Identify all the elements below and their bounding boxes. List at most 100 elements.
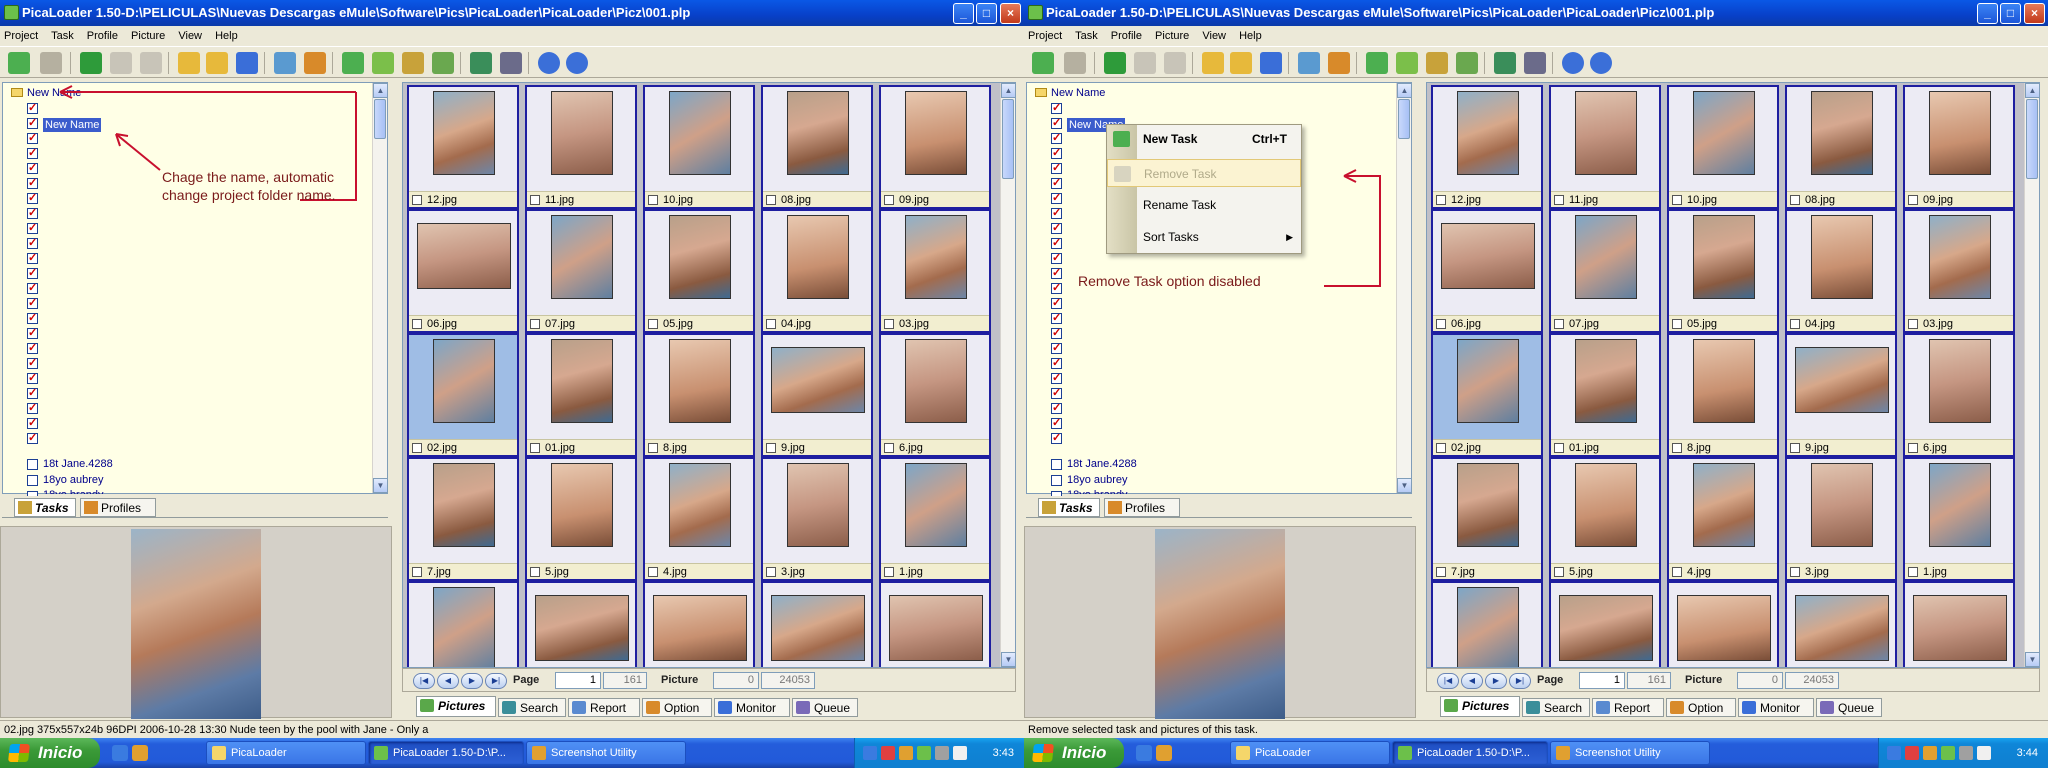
thumbnail-card[interactable]: 4.jpg — [1667, 457, 1779, 581]
thumbnail-checkbox[interactable] — [1436, 443, 1446, 453]
thumbnail-card[interactable]: 05.jpg — [643, 209, 755, 333]
tree-item[interactable]: 18yo brandy — [43, 488, 104, 494]
task-checkbox[interactable] — [27, 326, 38, 339]
thumbnail-card[interactable]: 6.jpg — [1903, 333, 2015, 457]
thumbnail-checkbox[interactable] — [1554, 195, 1564, 205]
task-checkbox[interactable] — [1051, 401, 1062, 414]
thumbnail-card[interactable] — [407, 581, 519, 667]
prev-page-icon[interactable]: ◀ — [437, 673, 459, 689]
tree-scrollbar[interactable]: ▲ ▼ — [372, 83, 388, 493]
tree-item[interactable]: 18yo aubrey — [1067, 473, 1128, 487]
scroll-down-icon[interactable]: ▼ — [1397, 478, 1412, 493]
thumbnail-checkbox[interactable] — [1554, 443, 1564, 453]
tray-mouse-icon[interactable] — [1977, 746, 1991, 760]
task-checkbox[interactable] — [1051, 341, 1062, 354]
stop-icon[interactable] — [140, 52, 162, 74]
thumbnail-grid[interactable]: 12.jpg 11.jpg 10.jpg 08.jpg 09.jpg 06.jpg 07.j… — [402, 82, 1016, 668]
thumbnail-card[interactable]: 01.jpg — [525, 333, 637, 457]
task-checkbox[interactable] — [1051, 296, 1062, 309]
new-task-icon[interactable] — [8, 52, 30, 74]
quicklaunch-ie-icon[interactable] — [1136, 745, 1152, 761]
thumbnail-card[interactable]: 04.jpg — [1785, 209, 1897, 333]
tree-root[interactable]: New Name — [7, 86, 307, 100]
first-page-icon[interactable]: |◀ — [413, 673, 435, 689]
task-checkbox[interactable] — [27, 161, 38, 174]
tray-app-icon[interactable] — [917, 746, 931, 760]
tab-profiles[interactable]: Profiles — [80, 498, 156, 517]
thumbnail-card[interactable]: 10.jpg — [1667, 85, 1779, 209]
thumbnail-checkbox[interactable] — [1554, 319, 1564, 329]
thumbnail-checkbox[interactable] — [766, 195, 776, 205]
thumbnail-card[interactable]: 05.jpg — [1667, 209, 1779, 333]
grid-scrollbar[interactable]: ▲ ▼ — [2024, 83, 2039, 667]
delete-icon[interactable] — [342, 52, 364, 74]
tab-report[interactable]: Report — [568, 698, 640, 717]
thumbnail-checkbox[interactable] — [530, 195, 540, 205]
tab-queue[interactable]: Queue — [792, 698, 858, 717]
task-checkbox[interactable] — [1051, 236, 1062, 249]
maximize-button[interactable]: □ — [976, 3, 997, 24]
tray-antivirus-icon[interactable] — [1905, 746, 1919, 760]
tray-emule-icon[interactable] — [1923, 746, 1937, 760]
task-checkbox[interactable] — [27, 386, 38, 399]
thumbnail-card[interactable] — [879, 581, 991, 667]
thumbnail-checkbox[interactable] — [530, 567, 540, 577]
folder-star-icon[interactable] — [178, 52, 200, 74]
thumbnail-checkbox[interactable] — [1672, 195, 1682, 205]
quicklaunch-media-icon[interactable] — [1156, 745, 1172, 761]
pause-icon[interactable] — [110, 52, 132, 74]
taskbar-screenshot-utility[interactable]: Screenshot Utility — [526, 741, 686, 765]
thumbnail-checkbox[interactable] — [1436, 567, 1446, 577]
thumbnail-card[interactable] — [1903, 581, 2015, 667]
tree-scrollbar[interactable]: ▲ ▼ — [1396, 83, 1412, 493]
task-checkbox[interactable] — [27, 371, 38, 384]
thumbnail-checkbox[interactable] — [766, 319, 776, 329]
tab-search[interactable]: Search — [498, 698, 566, 717]
export-icon[interactable] — [1456, 52, 1478, 74]
thumbnail-card[interactable]: 7.jpg — [407, 457, 519, 581]
thumbnail-card[interactable]: 6.jpg — [879, 333, 991, 457]
tray-app-icon[interactable] — [1941, 746, 1955, 760]
task-checkbox[interactable] — [1051, 326, 1062, 339]
scroll-thumb[interactable] — [374, 99, 386, 139]
task-checkbox[interactable] — [27, 266, 38, 279]
quicklaunch-ie-icon[interactable] — [112, 745, 128, 761]
menu-project[interactable]: Project — [1028, 30, 1062, 42]
tab-profiles[interactable]: Profiles — [1104, 498, 1180, 517]
task-checkbox[interactable] — [1051, 311, 1062, 324]
task-checkbox[interactable] — [27, 356, 38, 369]
grid-scrollbar[interactable]: ▲ ▼ — [1000, 83, 1015, 667]
list-view-icon[interactable] — [1524, 52, 1546, 74]
task-checkbox[interactable] — [27, 251, 38, 264]
thumbnail-card[interactable] — [1667, 581, 1779, 667]
thumbnail-card[interactable]: 07.jpg — [525, 209, 637, 333]
thumbnail-checkbox[interactable] — [1908, 319, 1918, 329]
picture-input[interactable]: 0 — [1737, 672, 1783, 689]
thumbnail-checkbox[interactable] — [1672, 443, 1682, 453]
thumbnail-card[interactable]: 1.jpg — [1903, 457, 2015, 581]
thumbnail-card[interactable]: 1.jpg — [879, 457, 991, 581]
tab-report[interactable]: Report — [1592, 698, 1664, 717]
info-icon[interactable] — [538, 52, 560, 74]
tray-volume-icon[interactable] — [1959, 746, 1973, 760]
tree-item[interactable]: 18t Jane.4288 — [1067, 457, 1137, 471]
menu-picture[interactable]: Picture — [131, 30, 165, 42]
tab-option[interactable]: Option — [1666, 698, 1736, 717]
download-icon[interactable] — [372, 52, 394, 74]
save-icon[interactable] — [236, 52, 258, 74]
open-folder-icon[interactable] — [1064, 52, 1086, 74]
tab-tasks[interactable]: Tasks — [1038, 498, 1100, 517]
open-folder-icon[interactable] — [40, 52, 62, 74]
thumbnail-checkbox[interactable] — [884, 567, 894, 577]
tab-option[interactable]: Option — [642, 698, 712, 717]
tray-emule-icon[interactable] — [899, 746, 913, 760]
task-checkbox[interactable] — [1051, 101, 1062, 114]
profile-icon[interactable] — [1298, 52, 1320, 74]
folder-add-icon[interactable] — [1230, 52, 1252, 74]
task-checkbox[interactable] — [1051, 161, 1062, 174]
next-page-icon[interactable]: ▶ — [1485, 673, 1507, 689]
tray-volume-icon[interactable] — [935, 746, 949, 760]
minimize-button[interactable]: _ — [953, 3, 974, 24]
thumbnail-card[interactable]: 06.jpg — [407, 209, 519, 333]
task-checkbox[interactable] — [1051, 116, 1062, 129]
